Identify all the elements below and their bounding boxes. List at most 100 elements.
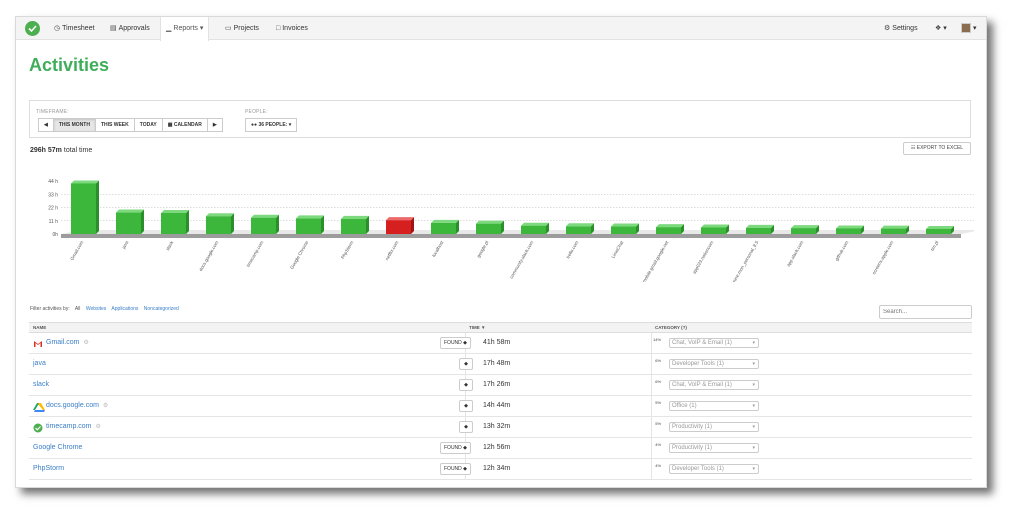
nav-settings-label: Settings bbox=[892, 25, 918, 32]
tag-button[interactable]: ◆ bbox=[459, 358, 473, 370]
activity-percent: 5% bbox=[655, 421, 661, 426]
x-tick-label: google.pl bbox=[476, 240, 489, 258]
nav-timesheet[interactable]: ◷ Timesheet bbox=[49, 17, 100, 40]
tag-button[interactable]: ◆ bbox=[459, 400, 473, 412]
settings-gear-icon[interactable]: ⚙ bbox=[96, 417, 101, 437]
activities-table: NAME TIME ▼ CATEGORY (?) Gmail.com ⚙ FOUND… bbox=[29, 322, 972, 480]
category-select[interactable]: Chat, VoIP & Email (1) ▾ bbox=[669, 380, 759, 390]
category-select-value: Developer Tools (1) bbox=[672, 466, 724, 472]
bar-side bbox=[276, 214, 279, 234]
timecamp-logo-icon[interactable] bbox=[25, 21, 40, 36]
next-period-button[interactable]: ▶ bbox=[207, 118, 223, 132]
nav-invoices[interactable]: □ Invoices bbox=[271, 17, 313, 40]
nav-settings[interactable]: ⚙ Settings bbox=[879, 17, 923, 40]
activity-name-link[interactable]: Gmail.com bbox=[46, 333, 79, 353]
x-tick-label: tim.pl bbox=[930, 240, 940, 252]
bar-side bbox=[366, 215, 369, 234]
people-button-label: 36 PEOPLE: ▾ bbox=[258, 122, 292, 128]
chevron-down-icon: ▾ bbox=[752, 361, 755, 367]
calendar-button[interactable]: ▦ CALENDAR bbox=[162, 118, 208, 132]
category-select[interactable]: Productivity (1) ▾ bbox=[669, 443, 759, 453]
activities-bar-chart: 44 h 33 h 22 h 11 h 0h Gmail.com java slack docs… bbox=[48, 179, 974, 282]
bar-top bbox=[656, 224, 684, 228]
activity-time: 17h 26m bbox=[483, 381, 511, 388]
people-button[interactable]: ●● 36 PEOPLE: ▾ bbox=[245, 118, 298, 132]
chevron-down-icon: ▾ bbox=[752, 340, 755, 346]
filter-noncategorized[interactable]: Noncategorized bbox=[144, 306, 179, 312]
category-select-value: Productivity (1) bbox=[672, 424, 713, 430]
nav-help[interactable]: ❖ ▾ bbox=[930, 17, 952, 40]
nav-approvals[interactable]: ▤ Approvals bbox=[105, 17, 155, 40]
nav-projects[interactable]: ▭ Projects bbox=[220, 17, 264, 40]
activity-name-cell: java bbox=[33, 354, 46, 374]
avatar[interactable] bbox=[961, 23, 971, 33]
bar bbox=[746, 227, 771, 234]
x-tick-label: community.slack.com bbox=[509, 240, 535, 280]
this-month-button[interactable]: THIS MONTH bbox=[53, 118, 96, 132]
activity-name-link[interactable]: docs.google.com bbox=[46, 396, 99, 416]
column-header-name[interactable]: NAME bbox=[29, 323, 46, 333]
bar-top bbox=[926, 225, 954, 229]
activity-name-link[interactable]: slack bbox=[33, 375, 49, 395]
column-header-category[interactable]: CATEGORY (?) bbox=[651, 323, 687, 333]
activity-name-link[interactable]: java bbox=[33, 354, 46, 374]
bar-top bbox=[251, 214, 279, 218]
settings-gear-icon[interactable]: ⚙ bbox=[103, 396, 108, 416]
found-tag-button[interactable]: FOUND ◆ bbox=[440, 442, 472, 454]
bar-side bbox=[231, 213, 234, 234]
user-menu-caret[interactable]: ▾ bbox=[971, 17, 979, 40]
today-button[interactable]: TODAY bbox=[134, 118, 163, 132]
y-tick-label: 22 h bbox=[48, 206, 58, 212]
chevron-down-icon: ▾ bbox=[752, 424, 755, 430]
category-select[interactable]: Office (1) ▾ bbox=[669, 401, 759, 411]
x-tick-label: Google Chrome bbox=[289, 240, 309, 270]
x-tick-label: docs.google.com bbox=[198, 240, 219, 272]
bar-top bbox=[116, 209, 144, 213]
tag-button[interactable]: ◆ bbox=[459, 379, 473, 391]
category-select[interactable]: Developer Tools (1) ▾ bbox=[669, 359, 759, 369]
chevron-down-icon: ▾ bbox=[752, 403, 755, 409]
this-week-button[interactable]: THIS WEEK bbox=[95, 118, 135, 132]
gear-icon: ⚙ bbox=[884, 25, 891, 32]
tag-button[interactable]: ◆ bbox=[459, 421, 473, 433]
gmail-icon bbox=[33, 338, 43, 348]
bar bbox=[116, 212, 141, 234]
user-menu-caret-label: ▾ bbox=[973, 25, 977, 32]
chevron-down-icon: ▾ bbox=[752, 445, 755, 451]
prev-period-button[interactable]: ◀ bbox=[38, 118, 54, 132]
timeframe-buttons: ◀ THIS MONTH THIS WEEK TODAY ▦ CALENDAR … bbox=[38, 118, 223, 132]
category-select[interactable]: Developer Tools (1) ▾ bbox=[669, 464, 759, 474]
bar bbox=[71, 183, 96, 234]
activity-name-cell: Gmail.com ⚙ bbox=[33, 333, 89, 353]
found-tag-button[interactable]: FOUND ◆ bbox=[440, 463, 472, 475]
y-tick-label: 44 h bbox=[48, 179, 58, 185]
app-window: ◷ Timesheet ▤ Approvals ▁ Reports ▾ ▭ Projec… bbox=[15, 16, 987, 488]
activity-name-link[interactable]: timecamp.com bbox=[46, 417, 92, 437]
nav-approvals-label: Approvals bbox=[118, 25, 150, 32]
table-row: slack ◆ 17h 26m 6% Chat, VoIP & Email (1) ▾ bbox=[29, 375, 972, 396]
column-header-time[interactable]: TIME ▼ bbox=[465, 323, 485, 333]
filter-applications[interactable]: Applications bbox=[111, 306, 138, 312]
category-select[interactable]: Productivity (1) ▾ bbox=[669, 422, 759, 432]
export-to-excel-button[interactable]: ☷ EXPORT TO EXCEL bbox=[903, 142, 971, 155]
bar bbox=[656, 227, 681, 234]
search-input[interactable] bbox=[879, 305, 972, 319]
nav-help-caret: ▾ bbox=[943, 25, 947, 32]
table-header: NAME TIME ▼ CATEGORY (?) bbox=[29, 322, 972, 333]
filter-websites[interactable]: Websites bbox=[86, 306, 106, 312]
activity-percent: 6% bbox=[655, 379, 661, 384]
activity-name-cell: slack bbox=[33, 375, 49, 395]
bar-top bbox=[791, 225, 819, 229]
activity-name-link[interactable]: PhpStorm bbox=[33, 459, 64, 479]
activity-name-link[interactable]: Google Chrome bbox=[33, 438, 82, 458]
found-tag-button[interactable]: FOUND ◆ bbox=[440, 337, 472, 349]
table-row: docs.google.com ⚙ ◆ 14h 44m 5% Office (1) ▾ bbox=[29, 396, 972, 417]
bar bbox=[206, 216, 231, 234]
activity-time: 12h 34m bbox=[483, 465, 511, 472]
filter-all[interactable]: All bbox=[75, 306, 81, 312]
x-tick-label: Gmail.com bbox=[69, 240, 84, 261]
settings-gear-icon[interactable]: ⚙ bbox=[83, 333, 88, 353]
nav-reports[interactable]: ▁ Reports ▾ bbox=[160, 17, 210, 41]
category-select[interactable]: Chat, VoIP & Email (1) ▾ bbox=[669, 338, 759, 348]
table-row: java ◆ 17h 48m 6% Developer Tools (1) ▾ bbox=[29, 354, 972, 375]
